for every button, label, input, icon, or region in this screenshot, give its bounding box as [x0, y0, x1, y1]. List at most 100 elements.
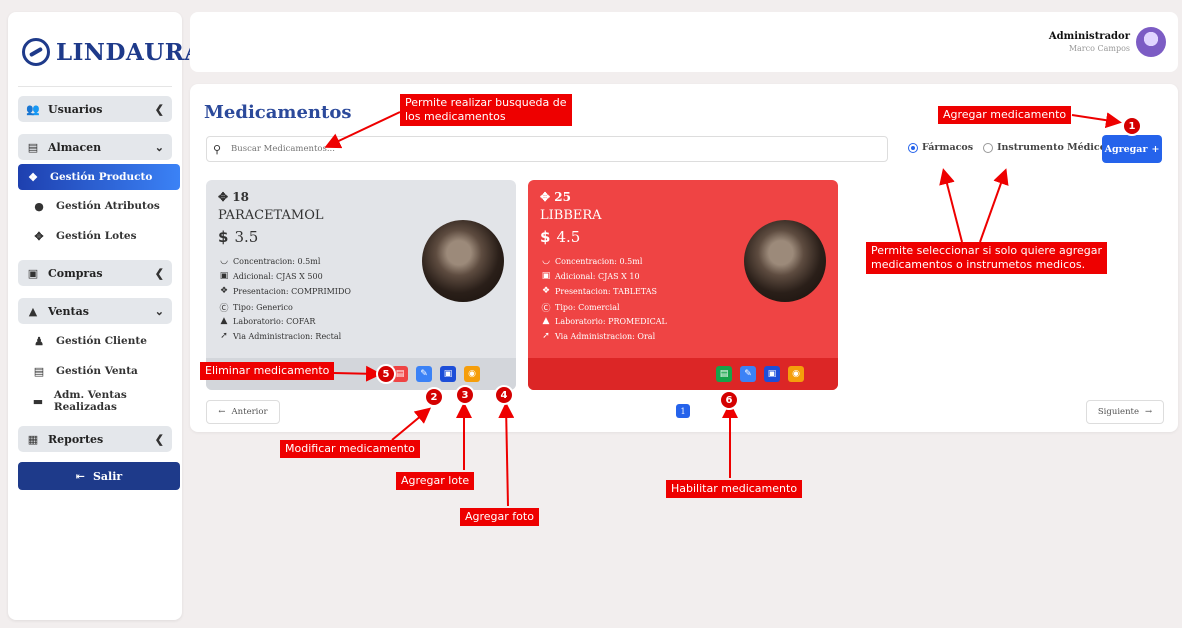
annotation-filter-line1: Permite seleccionar si solo quiere agreg…	[871, 244, 1102, 257]
trash-restore-icon: ▤	[719, 369, 729, 379]
annotation-search-line1: Permite realizar busqueda de	[405, 96, 567, 109]
chevron-left-icon: ❮	[154, 266, 164, 280]
annotation-filter-line2: medicamentos o instrumetos medicos.	[871, 257, 1086, 271]
sidebar-item-gestion-atributos[interactable]: ● Gestión Atributos	[28, 195, 172, 217]
radio-farmacos[interactable]	[908, 142, 918, 153]
warehouse-icon: ▤	[27, 140, 39, 154]
marker-1: 1	[1122, 116, 1142, 136]
chevron-left-icon: ❮	[154, 102, 164, 116]
edit-button[interactable]: ✎	[416, 366, 432, 382]
prev-page-button[interactable]: ← Anterior	[206, 400, 280, 424]
chevron-down-icon: ⌄	[154, 140, 164, 154]
sidebar-divider	[18, 86, 172, 87]
sidebar-item-adm-ventas[interactable]: ▬ Adm. Ventas Realizadas	[28, 389, 172, 413]
marker-3: 3	[455, 385, 475, 405]
stock-count: ✥ 18	[218, 190, 249, 204]
cubes-icon: ✥	[34, 229, 44, 243]
marker-4: 4	[494, 385, 514, 405]
sidebar-group-label: Reportes	[48, 432, 104, 446]
logout-icon: ⇤	[75, 469, 85, 483]
annotation-edit: Modificar medicamento	[280, 440, 420, 458]
sidebar-group-compras[interactable]: ▣ Compras ❮	[18, 260, 172, 286]
sidebar-group-usuarios[interactable]: 👥 Usuarios ❮	[18, 96, 172, 122]
user-role: Administrador	[1048, 31, 1130, 42]
plus-icon: +	[1151, 143, 1160, 155]
cubes-icon: ✥	[218, 190, 229, 204]
search-box[interactable]: ⚲	[206, 136, 888, 162]
dollar-icon: $	[218, 228, 229, 246]
add-lote-button[interactable]: ▣	[440, 366, 456, 382]
register-icon: ▤	[33, 364, 45, 378]
radio-label-instrumentos: Instrumento Médicos	[997, 142, 1112, 153]
annotation-search: Permite realizar busqueda de los medicam…	[400, 94, 572, 126]
add-medicine-button[interactable]: Agregar +	[1102, 135, 1162, 163]
marker-2: 2	[424, 387, 444, 407]
marker-6: 6	[719, 390, 739, 410]
logout-label: Salir	[92, 469, 123, 483]
dollar-icon: $	[540, 228, 551, 246]
sales-icon: ▲	[28, 304, 38, 318]
sidebar-item-gestion-venta[interactable]: ▤ Gestión Venta	[28, 360, 172, 382]
sidebar-group-reportes[interactable]: ▦ Reportes ❮	[18, 426, 172, 452]
logout-button[interactable]: ⇤ Salir	[18, 462, 180, 490]
avatar[interactable]	[1136, 27, 1166, 57]
enable-button[interactable]: ▤	[716, 366, 732, 382]
user-name: Marco Campos	[1068, 44, 1130, 53]
logo-icon	[22, 38, 50, 66]
annotation-delete: Eliminar medicamento	[200, 362, 335, 380]
radio-instrumentos[interactable]	[983, 142, 994, 153]
sidebar-item-label: Gestión Lotes	[56, 230, 137, 242]
detail-adicional: ▣ Adicional: CJAS X 10	[541, 271, 640, 281]
image-icon: ▣	[541, 271, 551, 281]
search-input[interactable]	[231, 144, 871, 154]
annotation-lote: Agregar lote	[396, 472, 475, 490]
pills-icon: ❖	[219, 286, 229, 296]
camera-icon: ◉	[468, 369, 476, 379]
product-price: $3.5	[218, 228, 259, 246]
add-photo-button[interactable]: ◉	[464, 366, 480, 382]
cubes-icon: ✥	[540, 190, 551, 204]
sidebar-group-almacen[interactable]: ▤ Almacen ⌄	[18, 134, 172, 160]
money-icon: ▬	[32, 394, 44, 408]
add-lote-button[interactable]: ▣	[764, 366, 780, 382]
brand-logo[interactable]: LINDAURA	[22, 38, 203, 66]
sidebar-group-label: Ventas	[48, 304, 89, 318]
tags-icon: ●	[34, 199, 44, 213]
sidebar-item-gestion-producto[interactable]: ❖ Gestión Producto	[18, 164, 180, 190]
product-card: ✥ 25 LIBBERA $4.5 ◡ Concentracion: 0.5ml …	[528, 180, 838, 390]
top-header: Administrador Marco Campos	[190, 12, 1178, 72]
detail-laboratorio: ▲ Laboratorio: COFAR	[218, 316, 316, 326]
detail-presentacion: ❖ Presentacion: TABLETAS	[541, 286, 658, 296]
search-icon: ⚲	[213, 142, 222, 156]
sidebar-item-label: Gestión Atributos	[56, 200, 160, 212]
edit-button[interactable]: ✎	[740, 366, 756, 382]
camera-icon: ◉	[792, 369, 800, 379]
stock-count: ✥ 25	[540, 190, 571, 204]
sidebar-item-gestion-cliente[interactable]: ♟ Gestión Cliente	[28, 330, 172, 352]
detail-tipo: Ⓒ Tipo: Generico	[219, 303, 293, 314]
copyright-icon: Ⓒ	[541, 304, 551, 314]
detail-presentacion: ❖ Presentacion: COMPRIMIDO	[219, 286, 351, 296]
prev-label: Anterior	[231, 407, 268, 417]
add-photo-button[interactable]: ◉	[788, 366, 804, 382]
sidebar-item-label: Adm. Ventas Realizadas	[53, 389, 127, 413]
annotation-add: Agregar medicamento	[938, 106, 1072, 124]
next-page-button[interactable]: Siguiente →	[1086, 400, 1164, 424]
sidebar-item-label: Gestión Cliente	[56, 335, 147, 347]
add-button-label: Agregar	[1104, 143, 1148, 155]
product-price: $4.5	[540, 228, 581, 246]
sidebar-group-ventas[interactable]: ▲ Ventas ⌄	[18, 298, 172, 324]
next-label: Siguiente	[1097, 407, 1139, 417]
syringe-icon: ➚	[220, 331, 228, 341]
sidebar-item-gestion-lotes[interactable]: ✥ Gestión Lotes	[28, 225, 172, 247]
product-photo	[744, 220, 826, 302]
arrow-left-icon: ←	[218, 407, 226, 417]
page-number[interactable]: 1	[676, 404, 690, 418]
syringe-icon: ➚	[542, 331, 550, 341]
detail-via: ➚ Via Administracion: Oral	[540, 331, 655, 341]
annotation-enable: Habilitar medicamento	[666, 480, 803, 498]
clone-icon: ▣	[767, 369, 777, 379]
filter-radio-group: Fármacos Instrumento Médicos	[908, 142, 1111, 153]
detail-concentracion: ◡ Concentracion: 0.5ml	[218, 256, 320, 266]
user-menu[interactable]: Administrador Marco Campos	[1049, 27, 1166, 57]
